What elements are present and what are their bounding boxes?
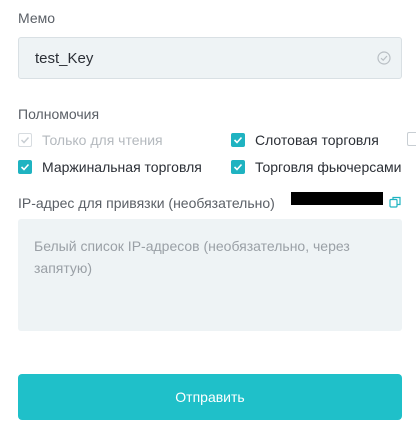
permissions-label: Полномочия [18,106,100,122]
permission-read-only: Только для чтения [18,132,163,148]
copy-icon[interactable] [389,196,401,208]
ip-whitelist-placeholder: Белый список IP-адресов (необязательно, … [34,238,350,276]
checkbox-checked-icon[interactable] [231,133,245,147]
permission-cut-off[interactable] [407,132,416,146]
checkbox-checked-icon[interactable] [18,160,32,174]
permission-futures-trading-label: Торговля фьючерсами [255,159,402,175]
ip-whitelist-textarea[interactable]: Белый список IP-адресов (необязательно, … [18,219,402,331]
ip-binding-label: IP-адрес для привязки (необязательно) [18,195,275,211]
memo-value: test_Key [35,50,94,67]
memo-label: Мемо [18,10,56,26]
submit-button[interactable]: Отправить [18,374,402,420]
permission-spot-trading-label: Слотовая торговля [255,132,379,148]
redacted-block [291,192,383,205]
permission-margin-trading-label: Маржинальная торговля [42,159,202,175]
permission-futures-trading[interactable]: Торговля фьючерсами [231,159,401,175]
checkbox-unchecked-icon[interactable] [407,132,416,146]
memo-input[interactable]: test_Key [18,37,402,79]
checkbox-checked-icon[interactable] [231,160,245,174]
permission-spot-trading[interactable]: Слотовая торговля [231,132,379,148]
permission-margin-trading[interactable]: Маржинальная торговля [18,159,202,175]
permission-read-only-label: Только для чтения [42,132,163,148]
check-circle-icon [377,51,391,65]
checkbox-checked-icon [18,133,32,147]
